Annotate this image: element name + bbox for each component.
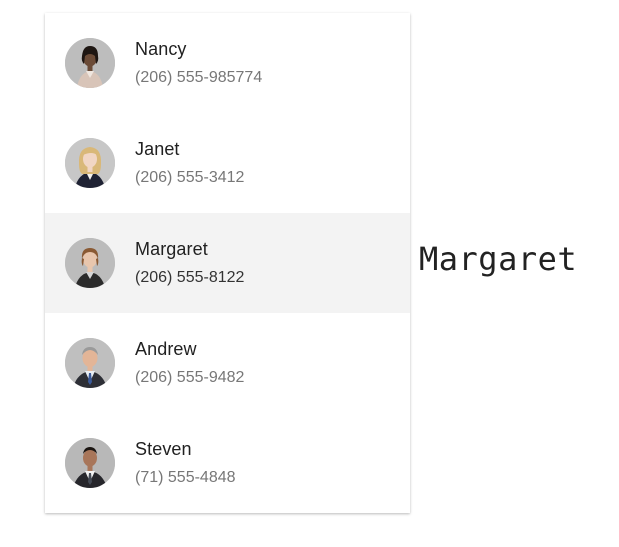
list-item-steven[interactable]: Steven (71) 555-4848 — [45, 413, 410, 513]
avatar — [65, 38, 115, 88]
contact-name: Janet — [135, 139, 180, 159]
contact-list: Nancy (206) 555-985774 Janet (206) 555-3… — [45, 13, 410, 513]
avatar — [65, 338, 115, 388]
contact-phone: (206) 555-3412 — [135, 169, 245, 186]
avatar — [65, 138, 115, 188]
person-photo-icon — [65, 338, 115, 388]
contact-name: Andrew — [135, 339, 197, 359]
avatar — [65, 438, 115, 488]
page: Nancy (206) 555-985774 Janet (206) 555-3… — [0, 0, 619, 547]
contact-name: Margaret — [135, 239, 208, 259]
list-item-margaret[interactable]: Margaret (206) 555-8122 — [45, 213, 410, 313]
contact-phone: (206) 555-9482 — [135, 369, 245, 386]
contact-name: Steven — [135, 439, 192, 459]
contact-phone: (206) 555-985774 — [135, 69, 263, 86]
person-photo-icon — [65, 438, 115, 488]
avatar — [65, 238, 115, 288]
list-item-nancy[interactable]: Nancy (206) 555-985774 — [45, 13, 410, 113]
person-photo-icon — [65, 238, 115, 288]
list-item-andrew[interactable]: Andrew (206) 555-9482 — [45, 313, 410, 413]
selected-name-readout: Margaret — [419, 240, 578, 278]
list-item-janet[interactable]: Janet (206) 555-3412 — [45, 113, 410, 213]
contact-phone: (71) 555-4848 — [135, 469, 236, 486]
contact-name: Nancy — [135, 39, 187, 59]
person-photo-icon — [65, 38, 115, 88]
contact-phone: (206) 555-8122 — [135, 269, 245, 286]
person-photo-icon — [65, 138, 115, 188]
